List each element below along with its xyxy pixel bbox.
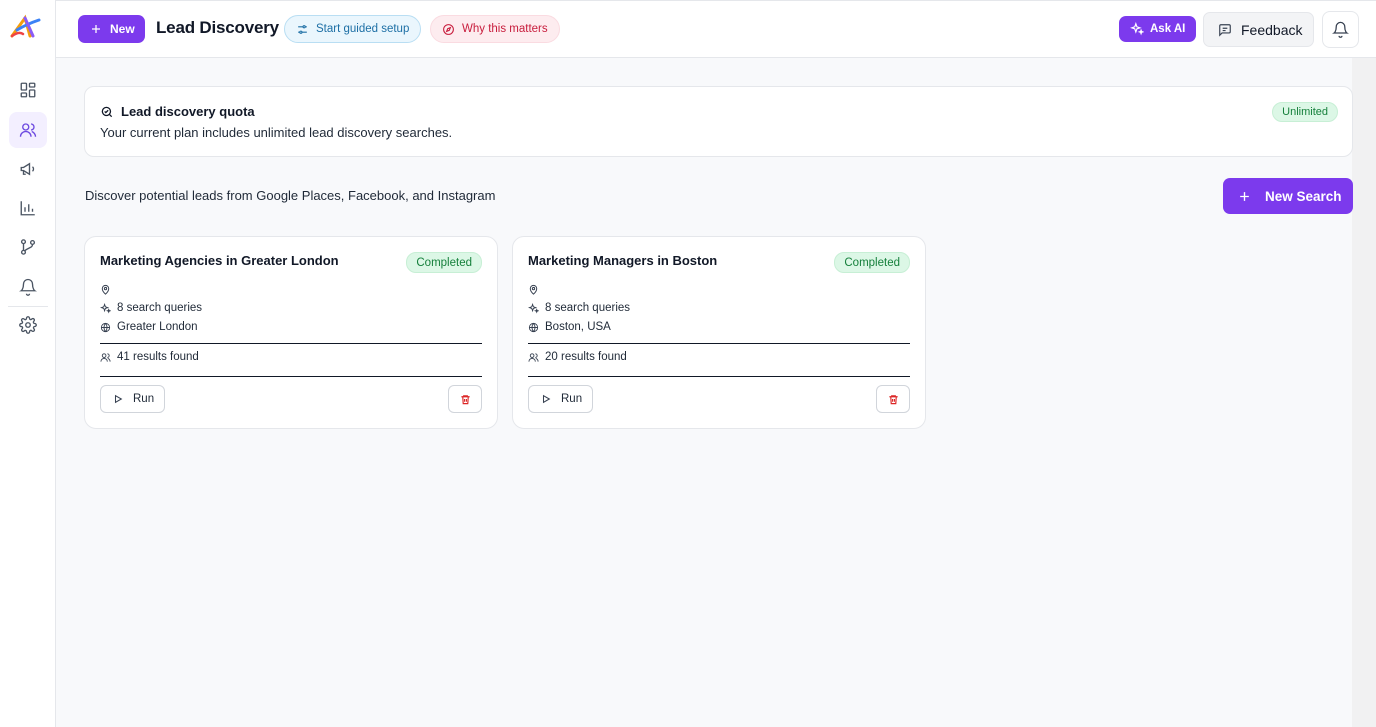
message-square-icon	[1219, 23, 1231, 37]
scrollbar-track[interactable]	[1352, 58, 1376, 727]
trash-icon	[460, 394, 470, 404]
why-this-matters-button[interactable]: Why this matters	[430, 15, 560, 43]
sidebar-item-dashboard[interactable]	[9, 72, 47, 108]
page-title: Lead Discovery	[156, 18, 279, 37]
ask-ai-button[interactable]: Ask AI	[1119, 16, 1196, 42]
status-badge: Completed	[834, 252, 910, 273]
notifications-button[interactable]	[1322, 11, 1359, 48]
divider	[528, 343, 910, 344]
sliders-icon	[298, 24, 307, 34]
sparkles-icon	[100, 302, 111, 314]
results-row: 20 results found	[528, 351, 627, 363]
sidebar-item-campaigns[interactable]	[9, 151, 47, 187]
bell-icon	[1332, 21, 1349, 38]
sparkles-icon	[528, 302, 539, 314]
compass-icon	[443, 23, 454, 35]
sparkles-icon	[1130, 22, 1144, 36]
search-card-title: Marketing Agencies in Greater London	[100, 253, 339, 268]
start-guided-setup-label: Start guided setup	[316, 23, 410, 35]
search-card-title: Marketing Managers in Boston	[528, 253, 718, 268]
search-card[interactable]: Marketing Managers in Boston Completed 8…	[512, 236, 926, 429]
location-pin-row	[528, 284, 539, 295]
sidebar	[0, 0, 56, 727]
sidebar-item-workflows[interactable]	[9, 229, 47, 265]
feedback-button[interactable]: Feedback	[1203, 12, 1314, 47]
divider	[528, 376, 910, 377]
search-queries-count: 8 search queries	[117, 302, 203, 314]
run-button[interactable]: Run	[528, 385, 593, 413]
play-icon	[114, 394, 123, 404]
quota-status-badge: Unlimited	[1272, 102, 1338, 122]
feedback-label: Feedback	[1241, 21, 1303, 38]
git-branch-icon	[20, 239, 36, 255]
globe-icon	[100, 322, 111, 332]
new-button-label: New	[110, 22, 135, 36]
delete-button[interactable]	[876, 385, 910, 413]
delete-button[interactable]	[448, 385, 482, 413]
map-pin-icon	[101, 284, 110, 295]
map-pin-icon	[529, 284, 538, 295]
quota-title: Lead discovery quota	[100, 104, 255, 119]
status-badge: Completed	[406, 252, 482, 273]
why-this-matters-label: Why this matters	[462, 23, 548, 35]
top-header: New Lead Discovery Start guided setup Wh…	[56, 0, 1376, 58]
ask-ai-label: Ask AI	[1150, 23, 1186, 35]
users-icon	[100, 352, 111, 362]
quota-title-text: Lead discovery quota	[121, 104, 255, 119]
new-search-button[interactable]: New Search	[1223, 178, 1353, 214]
location-row: Boston, USA	[528, 321, 611, 333]
trash-icon	[888, 394, 898, 404]
search-queries-count: 8 search queries	[545, 302, 631, 314]
play-icon	[542, 394, 551, 404]
quota-description: Your current plan includes unlimited lea…	[100, 125, 453, 140]
results-row: 41 results found	[100, 351, 199, 363]
location-pin-row	[100, 284, 111, 295]
users-icon	[528, 352, 539, 362]
run-button[interactable]: Run	[100, 385, 165, 413]
search-queries-row: 8 search queries	[528, 302, 630, 314]
results-count: 20 results found	[545, 351, 627, 363]
sidebar-item-notifications[interactable]	[9, 269, 47, 305]
megaphone-icon	[20, 162, 35, 176]
start-guided-setup-button[interactable]: Start guided setup	[284, 15, 422, 43]
bell-icon	[19, 278, 37, 296]
plus-icon	[1240, 191, 1249, 201]
search-check-icon	[101, 106, 113, 117]
search-card[interactable]: Marketing Agencies in Greater London Com…	[84, 236, 498, 429]
sidebar-item-settings[interactable]	[9, 307, 47, 343]
gear-icon	[19, 316, 37, 334]
divider	[100, 343, 482, 344]
plus-icon	[92, 25, 100, 33]
location-row: Greater London	[100, 321, 198, 333]
new-search-label: New Search	[1265, 188, 1342, 204]
new-button[interactable]: New	[78, 15, 145, 43]
app-logo[interactable]	[9, 14, 43, 42]
sidebar-item-leads[interactable]	[9, 112, 47, 148]
location-text: Greater London	[117, 321, 198, 333]
search-queries-row: 8 search queries	[100, 302, 202, 314]
globe-icon	[528, 322, 539, 332]
results-count: 41 results found	[117, 351, 199, 363]
run-label: Run	[133, 393, 155, 405]
bar-chart-icon	[20, 201, 35, 216]
discover-description: Discover potential leads from Google Pla…	[85, 188, 496, 203]
run-label: Run	[561, 393, 583, 405]
quota-panel: Lead discovery quota Your current plan i…	[84, 86, 1353, 157]
sidebar-item-analytics[interactable]	[9, 190, 47, 226]
divider	[100, 376, 482, 377]
users-icon	[19, 123, 37, 137]
location-text: Boston, USA	[545, 321, 611, 333]
dashboard-icon	[20, 82, 36, 98]
